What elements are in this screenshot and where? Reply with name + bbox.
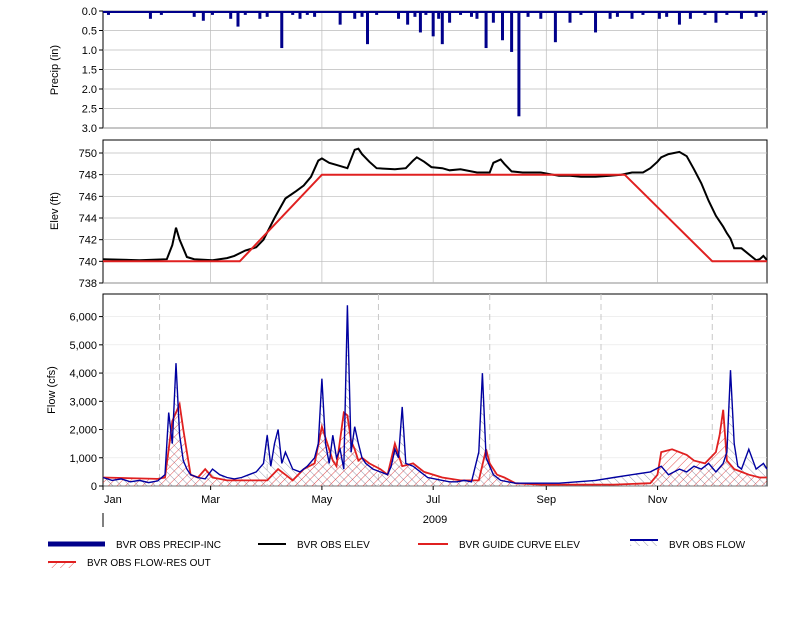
- precip-bar: [677, 11, 681, 25]
- x-axis: Jan Mar May Jul Sep Nov: [102, 486, 668, 506]
- flow-y-axis-label: Flow (cfs): [46, 366, 58, 414]
- precip-panel: 0.0 0.5 1.0 1.5 2.0 2.5 3.0 Precip (in): [49, 6, 768, 135]
- x-tick-label: Sep: [536, 494, 556, 506]
- y-tick-label: 3.0: [82, 123, 97, 135]
- precip-bar: [431, 11, 435, 37]
- legend-label-elev: BVR OBS ELEV: [297, 540, 370, 551]
- precip-bar: [406, 11, 410, 25]
- precip-bar: [553, 11, 557, 43]
- y-tick-label: 1.5: [82, 65, 97, 77]
- precip-bar: [510, 11, 514, 52]
- precip-bar: [338, 11, 342, 25]
- legend-label-guide: BVR GUIDE CURVE ELEV: [459, 540, 580, 551]
- precip-bar: [500, 11, 504, 41]
- legend-item-elev: BVR OBS ELEV: [258, 540, 370, 551]
- y-tick-label: 0: [91, 481, 97, 493]
- chart-canvas: 0.0 0.5 1.0 1.5 2.0 2.5 3.0 Precip (in) 738 740…: [46, 6, 768, 569]
- y-tick-label: 738: [79, 278, 97, 290]
- y-tick-label: 1.0: [82, 45, 97, 57]
- precip-bar: [440, 11, 444, 45]
- y-tick-label: 6,000: [69, 312, 97, 324]
- legend-item-res-out: BVR OBS FLOW-RES OUT: [48, 558, 211, 569]
- flow-panel: 0 1,000 2,000 3,000 4,000 5,000 6,000 Flow (cf…: [46, 293, 768, 493]
- legend-item-flow: BVR OBS FLOW: [630, 539, 746, 551]
- y-tick-label: 748: [79, 170, 97, 182]
- legend-item-precip: BVR OBS PRECIP-INC: [48, 540, 221, 551]
- precip-bar: [484, 11, 488, 49]
- y-tick-label: 744: [79, 213, 97, 225]
- y-tick-label: 2.0: [82, 84, 97, 96]
- legend-label-precip: BVR OBS PRECIP-INC: [116, 540, 221, 551]
- y-tick-label: 2,000: [69, 425, 97, 437]
- y-tick-label: 2.5: [82, 104, 97, 116]
- y-tick-label: 5,000: [69, 340, 97, 352]
- x-tick-label: Nov: [648, 494, 668, 506]
- precip-bar: [280, 11, 284, 49]
- y-tick-label: 740: [79, 256, 97, 268]
- elev-panel: 738 740 742 744 746 748 750 Elev (ft): [49, 139, 768, 290]
- x-tick-label: May: [312, 494, 333, 506]
- y-tick-label: 742: [79, 235, 97, 247]
- precip-bar: [366, 11, 370, 45]
- legend-label-res-out: BVR OBS FLOW-RES OUT: [87, 558, 211, 569]
- precip-bar: [236, 11, 240, 27]
- precip-y-axis-label: Precip (in): [49, 45, 61, 95]
- precip-bar: [418, 11, 422, 33]
- elev-y-axis-label: Elev (ft): [49, 192, 61, 230]
- legend-item-guide: BVR GUIDE CURVE ELEV: [418, 540, 580, 551]
- x-tick-label: Mar: [201, 494, 220, 506]
- x-tick-label: Jul: [426, 494, 440, 506]
- y-tick-label: 4,000: [69, 368, 97, 380]
- legend-label-flow: BVR OBS FLOW: [669, 540, 746, 551]
- precip-bar: [594, 11, 598, 33]
- y-tick-label: 0.5: [82, 26, 97, 38]
- y-tick-label: 0.0: [82, 6, 97, 18]
- y-tick-label: 746: [79, 191, 97, 203]
- legend: BVR OBS PRECIP-INC BVR OBS ELEV BVR GUID…: [48, 539, 746, 569]
- y-tick-label: 1,000: [69, 453, 97, 465]
- precip-bar: [517, 11, 521, 117]
- x-tick-label: Jan: [104, 494, 122, 506]
- year-label: 2009: [423, 514, 447, 526]
- y-tick-label: 3,000: [69, 396, 97, 408]
- y-tick-label: 750: [79, 148, 97, 160]
